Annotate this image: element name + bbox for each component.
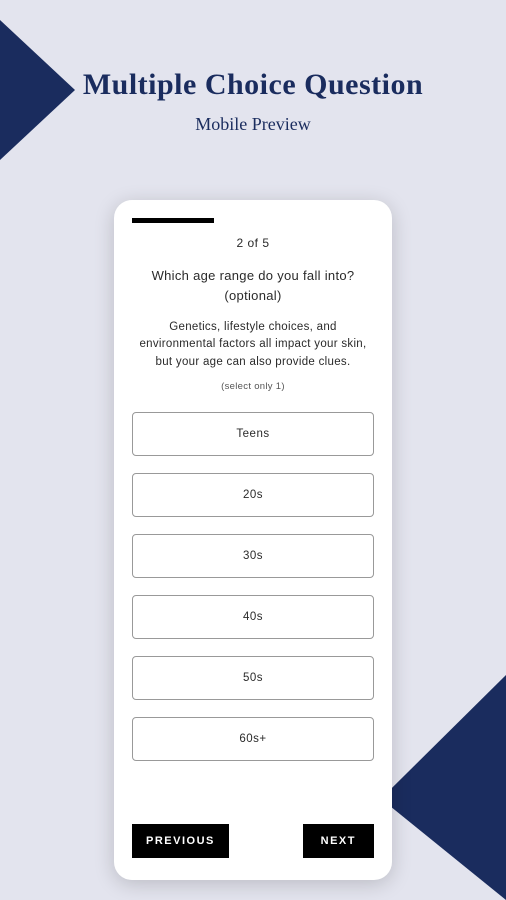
option-30s[interactable]: 30s	[132, 534, 374, 578]
step-counter: 2 of 5	[132, 236, 374, 250]
select-hint: (select only 1)	[132, 381, 374, 392]
previous-button[interactable]: PREVIOUS	[132, 824, 229, 858]
options-list: Teens 20s 30s 40s 50s 60s+	[132, 412, 374, 800]
option-20s[interactable]: 20s	[132, 473, 374, 517]
page-title: Multiple Choice Question	[0, 68, 506, 102]
mobile-preview-frame: 2 of 5 Which age range do you fall into?…	[114, 200, 392, 880]
option-60s-plus[interactable]: 60s+	[132, 717, 374, 761]
page-header: Multiple Choice Question Mobile Preview	[0, 0, 506, 135]
option-40s[interactable]: 40s	[132, 595, 374, 639]
progress-bar	[132, 218, 374, 222]
page-subtitle: Mobile Preview	[0, 114, 506, 135]
nav-row: PREVIOUS NEXT	[132, 824, 374, 858]
decorative-triangle-bottom	[381, 675, 506, 900]
option-50s[interactable]: 50s	[132, 656, 374, 700]
option-teens[interactable]: Teens	[132, 412, 374, 456]
progress-fill	[132, 218, 214, 223]
next-button[interactable]: NEXT	[303, 824, 374, 858]
question-description: Genetics, lifestyle choices, and environ…	[132, 319, 374, 371]
question-text: Which age range do you fall into? (optio…	[132, 266, 374, 305]
